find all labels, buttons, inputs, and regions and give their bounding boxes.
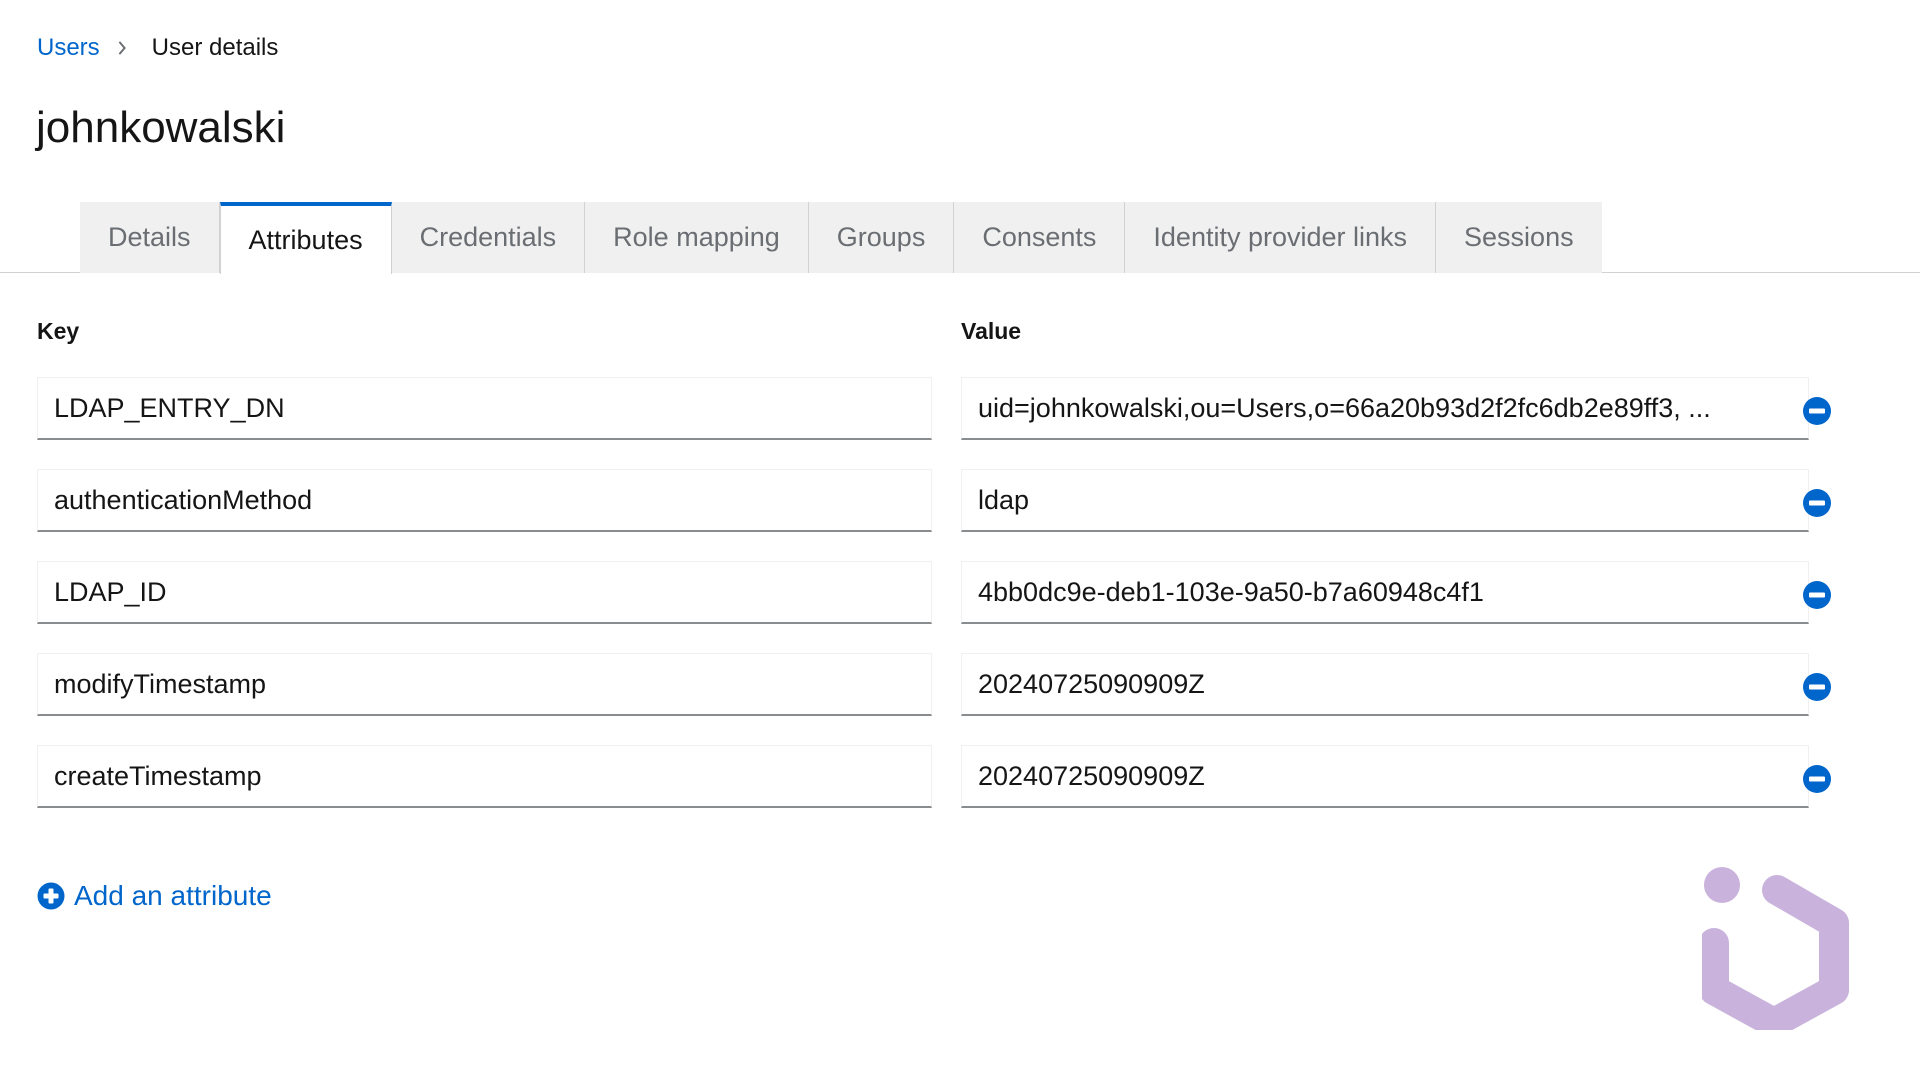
tab-role-mapping[interactable]: Role mapping: [585, 202, 809, 273]
minus-circle-icon[interactable]: [1799, 485, 1835, 521]
attribute-value-input[interactable]: ldap: [961, 469, 1809, 532]
attribute-key-input[interactable]: authenticationMethod: [37, 469, 932, 532]
attribute-key-input[interactable]: modifyTimestamp: [37, 653, 932, 716]
attribute-key-input[interactable]: LDAP_ENTRY_DN: [37, 377, 932, 440]
attribute-value-input[interactable]: uid=johnkowalski,ou=Users,o=66a20b93d2f2…: [961, 377, 1809, 440]
chevron-right-icon: [100, 41, 144, 55]
attribute-value-input[interactable]: 20240725090909Z: [961, 653, 1809, 716]
key-column-header: Key: [37, 318, 80, 344]
attribute-key-input[interactable]: createTimestamp: [37, 745, 932, 808]
tab-credentials[interactable]: Credentials: [391, 202, 586, 273]
minus-circle-icon[interactable]: [1799, 669, 1835, 705]
breadcrumb-users-link[interactable]: Users: [37, 32, 100, 64]
tab-groups[interactable]: Groups: [808, 202, 955, 273]
tab-details[interactable]: Details: [80, 202, 220, 273]
value-column-header: Value: [961, 318, 1022, 344]
minus-circle-icon[interactable]: [1799, 761, 1835, 797]
attribute-key-input[interactable]: LDAP_ID: [37, 561, 932, 624]
tab-consents[interactable]: Consents: [954, 202, 1126, 273]
plus-circle-icon: [37, 882, 65, 910]
tab-bar: Details Attributes Credentials Role mapp…: [0, 202, 1920, 274]
logo-icon: [1702, 867, 1849, 1030]
page-title: johnkowalski: [36, 103, 286, 152]
breadcrumb-current: User details: [151, 34, 279, 61]
breadcrumb: Users User details: [37, 32, 278, 64]
tab-attributes[interactable]: Attributes: [219, 202, 392, 274]
attribute-value-input[interactable]: 20240725090909Z: [961, 745, 1809, 808]
add-attribute-label: Add an attribute: [74, 880, 272, 911]
tab-sessions[interactable]: Sessions: [1436, 202, 1602, 273]
minus-circle-icon[interactable]: [1799, 393, 1835, 429]
user-details-page: Users User details johnkowalski Details …: [0, 0, 1920, 1080]
tab-identity-provider-links[interactable]: Identity provider links: [1125, 202, 1437, 273]
add-attribute-button[interactable]: Add an attribute: [37, 880, 272, 912]
attribute-value-input[interactable]: 4bb0dc9e-deb1-103e-9a50-b7a60948c4f1: [961, 561, 1809, 624]
minus-circle-icon[interactable]: [1799, 577, 1835, 613]
